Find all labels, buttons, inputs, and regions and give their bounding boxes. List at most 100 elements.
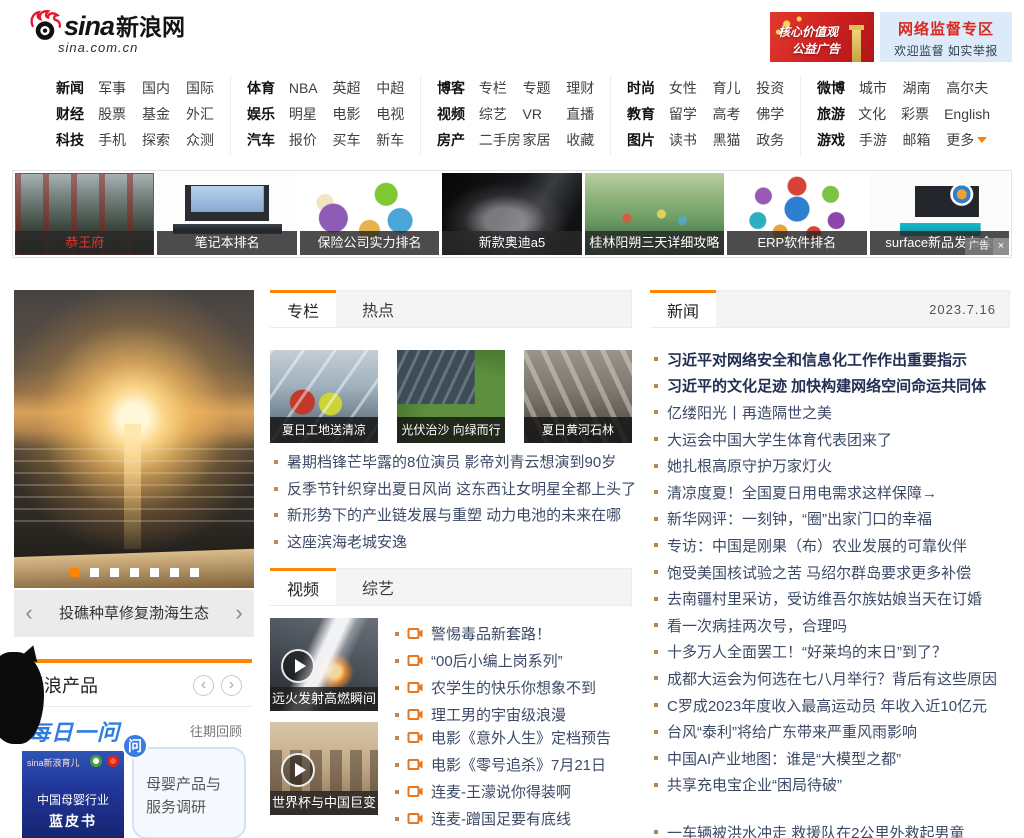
news-link[interactable]: 台风“泰利”将给广东带来严重风雨影响 — [667, 721, 917, 742]
nav-category[interactable]: 视频 — [437, 101, 479, 127]
products-prev-icon[interactable]: ‹ — [193, 675, 214, 696]
news-link[interactable]: 亿缕阳光丨再造隔世之美 — [667, 402, 832, 423]
ad-thumb-guilin-guide[interactable]: 桂林阳朔三天详细攻略 — [585, 173, 724, 255]
nav-link[interactable]: 专题 — [523, 75, 567, 101]
nav-link[interactable]: 湖南 — [903, 75, 947, 101]
carousel-dot[interactable] — [110, 568, 119, 577]
nav-link[interactable]: 收藏 — [566, 127, 610, 153]
ad-thumb-insurance-ranking[interactable]: 保险公司实力排名 — [300, 173, 439, 255]
news-link[interactable]: 中国AI产业地图：谁是“大模型之都” — [667, 748, 901, 769]
nav-link-more[interactable]: 更多 — [946, 127, 990, 153]
news-link[interactable]: 饱受美国核试验之苦 马绍尔群岛要求更多补偿 — [667, 562, 971, 583]
nav-link[interactable]: 彩票 — [901, 101, 944, 127]
headline-link[interactable]: 反季节针织穿出夏日风尚 这东西让女明星全都上头了 — [287, 481, 636, 498]
ad-thumb-audi-a5[interactable]: 新款奥迪a5 — [442, 173, 581, 255]
video-link[interactable]: “00后小编上岗系列” — [431, 650, 563, 671]
carousel-dot[interactable] — [90, 568, 99, 577]
carousel-prev-icon[interactable]: ‹ — [18, 590, 40, 635]
video-link[interactable]: 连麦-蹭国足要有底线 — [431, 808, 571, 829]
nav-link[interactable]: 留学 — [669, 101, 713, 127]
history-link[interactable]: 往期回顾 — [190, 721, 242, 740]
news-link[interactable]: 成都大运会为何选在七八月举行？背后有这些原因 — [667, 668, 997, 689]
video-thumb-rocket[interactable]: 远火发射高燃瞬间 — [270, 618, 378, 711]
nav-link[interactable]: 电视 — [376, 101, 420, 127]
news-link[interactable]: 共享充电宝企业“困局待破” — [667, 774, 842, 795]
nav-category[interactable]: 微博 — [817, 75, 859, 101]
news-link[interactable]: 习近平的文化足迹 加快构建网络空间命运共同体 — [667, 375, 986, 396]
nav-link[interactable]: 女性 — [669, 75, 713, 101]
tab-xinwen[interactable]: 新闻 — [650, 290, 716, 327]
nav-category[interactable]: 房产 — [437, 127, 479, 153]
headline-link[interactable]: 暑期档锋芒毕露的8位演员 影帝刘青云想演到90岁 — [287, 454, 616, 471]
news-link[interactable]: 一车辆被洪水冲走 救援队在2公里外救起男童 — [667, 822, 965, 838]
nav-category[interactable]: 新闻 — [56, 75, 98, 101]
nav-category[interactable]: 教育 — [627, 101, 669, 127]
nav-link[interactable]: 新车 — [376, 127, 420, 153]
nav-link[interactable]: 外汇 — [186, 101, 230, 127]
ad-thumb-surface-launch[interactable]: surface新品发布会 广告× — [870, 173, 1009, 255]
nav-link[interactable]: 育儿 — [713, 75, 757, 101]
nav-link[interactable]: 国内 — [142, 75, 186, 101]
nav-category[interactable]: 科技 — [56, 127, 98, 153]
nav-category[interactable]: 体育 — [247, 75, 289, 101]
video-link[interactable]: 警惕毒品新套路！ — [431, 623, 551, 644]
nav-link[interactable]: 股票 — [98, 101, 142, 127]
tab-zhuanlan[interactable]: 专栏 — [270, 290, 336, 327]
nav-link[interactable]: 高考 — [713, 101, 757, 127]
nav-category[interactable]: 娱乐 — [247, 101, 289, 127]
news-link[interactable]: 新华网评：一刻钟，“圈”出家门口的幸福 — [667, 508, 932, 529]
daily-question-logo[interactable]: 每日一问 — [28, 715, 120, 747]
nav-link[interactable]: 报价 — [289, 127, 333, 153]
carousel-dot[interactable] — [130, 568, 139, 577]
nav-category[interactable]: 汽车 — [247, 127, 289, 153]
nav-link[interactable]: 邮箱 — [903, 127, 947, 153]
nav-link[interactable]: 国际 — [186, 75, 230, 101]
carousel-dot[interactable] — [70, 568, 79, 577]
nav-link[interactable]: 二手房 — [479, 127, 523, 153]
tab-shipin[interactable]: 视频 — [270, 568, 336, 605]
nav-link[interactable]: 佛学 — [756, 101, 800, 127]
nav-link[interactable]: 专栏 — [479, 75, 523, 101]
survey-bubble[interactable]: 母婴产品与服务调研 — [132, 747, 246, 838]
nav-category[interactable]: 博客 — [437, 75, 479, 101]
nav-link[interactable]: 理财 — [566, 75, 610, 101]
nav-link[interactable]: 直播 — [566, 101, 610, 127]
featured-image-2[interactable]: 光伏治沙 向绿而行 — [397, 350, 505, 443]
nav-link[interactable]: 综艺 — [479, 101, 523, 127]
nav-link[interactable]: 高尔夫 — [946, 75, 990, 101]
nav-link[interactable]: 军事 — [98, 75, 142, 101]
nav-link[interactable]: NBA — [289, 75, 333, 101]
carousel-dot[interactable] — [170, 568, 179, 577]
ad-thumb-gongwangfu[interactable]: 恭王府 — [15, 173, 154, 255]
nav-link[interactable]: 基金 — [142, 101, 186, 127]
carousel-image[interactable] — [14, 290, 254, 588]
nav-link[interactable]: 探索 — [142, 127, 186, 153]
nav-link[interactable]: 买车 — [333, 127, 377, 153]
nav-category[interactable]: 图片 — [627, 127, 669, 153]
ad-thumb-laptop-ranking[interactable]: 笔记本排名 — [157, 173, 296, 255]
psa-ad-banner[interactable]: 核心价值观 公益广告 — [770, 12, 874, 62]
tab-redian[interactable]: 热点 — [336, 297, 420, 321]
featured-image-1[interactable]: 夏日工地送清凉 — [270, 350, 378, 443]
headline-link[interactable]: 这座滨海老城安逸 — [287, 534, 407, 551]
close-icon[interactable]: × — [993, 238, 1009, 255]
nav-link[interactable]: 文化 — [858, 101, 901, 127]
news-link[interactable]: 大运会中国大学生体育代表团来了 — [667, 429, 892, 450]
headline-link[interactable]: 新形势下的产业链发展与重塑 动力电池的未来在哪 — [287, 507, 621, 524]
nav-link[interactable]: 黑猫 — [713, 127, 757, 153]
ad-thumb-erp-ranking[interactable]: ERP软件排名 — [727, 173, 866, 255]
news-link[interactable]: 专访：中国是刚果（布）农业发展的可靠伙伴 — [667, 535, 967, 556]
featured-image-3[interactable]: 夏日黄河石林 — [524, 350, 632, 443]
nav-link[interactable]: 电影 — [333, 101, 377, 127]
carousel-next-icon[interactable]: › — [228, 590, 250, 635]
video-link[interactable]: 电影《意外人生》定档预告 — [431, 727, 611, 748]
nav-link[interactable]: English — [944, 101, 990, 127]
nav-link[interactable]: 众测 — [186, 127, 230, 153]
news-link[interactable]: 去南疆村里采访，受访维吾尔族姑娘当天在订婚 — [667, 588, 982, 609]
news-link[interactable]: 她扎根高原守护万家灯火 — [667, 455, 832, 476]
news-link[interactable]: 清凉度夏！全国夏日用电需求这样保障→ — [667, 482, 937, 503]
carousel-dot[interactable] — [190, 568, 199, 577]
nav-link[interactable]: 手游 — [859, 127, 903, 153]
nav-link[interactable]: 读书 — [669, 127, 713, 153]
video-thumb-worldcup[interactable]: 世界杯与中国巨变 — [270, 722, 378, 815]
